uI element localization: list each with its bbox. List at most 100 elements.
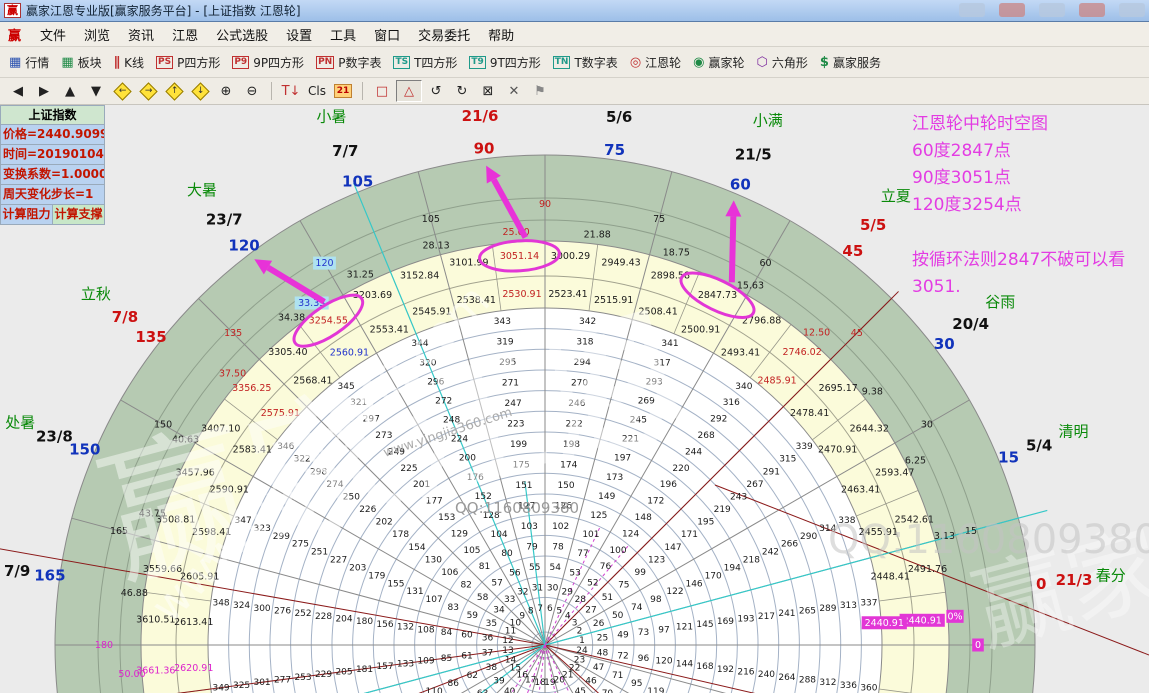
parameter-row-2: 变换系数=1.00000 xyxy=(0,165,105,185)
winner-wheel-button[interactable]: ◉赢家轮 xyxy=(688,52,751,73)
box-x-icon[interactable]: ⊠ xyxy=(476,81,500,101)
service-button[interactable]: $赢家服务 xyxy=(815,52,888,73)
p-table-button[interactable]: PNP数字表 xyxy=(311,52,388,73)
outer-degree-label: 165 xyxy=(34,566,65,584)
spiral-number: 23 xyxy=(574,655,585,665)
price-inner-ring-label: 2530.91 xyxy=(502,289,541,300)
zoom-out-icon[interactable]: ⊖ xyxy=(240,81,264,101)
pan-down-icon[interactable]: ↓ xyxy=(188,81,212,101)
spiral-number: 170 xyxy=(705,571,722,581)
solar-term-label: 清明 xyxy=(1058,422,1088,440)
date-label: 21/6 xyxy=(462,107,499,125)
menu-item-5[interactable]: 设置 xyxy=(277,23,321,46)
toolbar-label: P数字表 xyxy=(338,54,381,71)
spiral-number: 192 xyxy=(717,665,734,675)
menu-item-2[interactable]: 资讯 xyxy=(119,23,163,46)
toolbar-separator xyxy=(362,82,363,100)
menu-item-8[interactable]: 交易委托 xyxy=(409,23,479,46)
hexagon-button[interactable]: ⬡六角形 xyxy=(752,52,815,73)
spiral-number: 103 xyxy=(521,522,538,532)
chart-area: 01530456075901051201351501651800%3.136.2… xyxy=(0,105,1149,693)
spiral-number: 216 xyxy=(737,667,754,677)
gann-wheel-icon: ◎ xyxy=(630,55,641,70)
rotate-cw-icon[interactable]: ↻ xyxy=(450,81,474,101)
spiral-number: 337 xyxy=(860,598,877,608)
9p-square-button[interactable]: P99P四方形 xyxy=(227,52,311,73)
sectors-button[interactable]: ▦板块 xyxy=(56,52,108,73)
spiral-number: 50 xyxy=(612,611,624,621)
spiral-number: 125 xyxy=(590,511,607,521)
toolbar-label: 赢家轮 xyxy=(709,54,745,71)
nav-down-icon[interactable]: ▼ xyxy=(84,81,108,101)
quotes-button[interactable]: ▦行情 xyxy=(4,52,56,73)
annotation-note-line: 3051. xyxy=(912,274,1125,301)
spiral-number: 324 xyxy=(233,601,250,611)
spiral-number: 62 xyxy=(467,671,478,681)
nav-up-icon[interactable]: ▲ xyxy=(58,81,82,101)
cls-button[interactable]: Cls xyxy=(305,81,329,101)
spiral-number: 343 xyxy=(494,317,511,327)
annotation-line: 60度2847点 xyxy=(912,138,1125,165)
pan-left-icon[interactable]: ← xyxy=(110,81,134,101)
menu-item-1[interactable]: 浏览 xyxy=(75,23,119,46)
spiral-number: 340 xyxy=(735,382,752,392)
menu-item-7[interactable]: 窗口 xyxy=(365,23,409,46)
solar-term-label: 处暑 xyxy=(5,413,35,431)
menu-item-4[interactable]: 公式选股 xyxy=(207,23,277,46)
spiral-number: 147 xyxy=(664,543,681,553)
spiral-number: 96 xyxy=(638,654,650,664)
spiral-number: 6 xyxy=(547,604,553,614)
annotation-line: 江恩轮中轮时空图 xyxy=(912,111,1125,138)
menu-item-3[interactable]: 江恩 xyxy=(163,23,207,46)
p-square-button[interactable]: PSP四方形 xyxy=(151,52,227,73)
spiral-number: 108 xyxy=(417,625,434,635)
spiral-number: 339 xyxy=(796,442,813,452)
spiral-number: 243 xyxy=(730,492,747,502)
spiral-number: 98 xyxy=(650,595,662,605)
price-outer-ring-label: 3661.36 xyxy=(136,666,175,677)
t-square-button[interactable]: TST四方形 xyxy=(388,52,464,73)
collapse-icon[interactable]: ✕ xyxy=(502,81,526,101)
price-outer-ring-label: 3051.14 xyxy=(500,251,539,262)
pan-right-icon[interactable]: → xyxy=(136,81,160,101)
gann-wheel-button[interactable]: ◎江恩轮 xyxy=(625,52,688,73)
spiral-number: 40 xyxy=(504,687,516,693)
toolbar-label: 赢家服务 xyxy=(833,54,881,71)
calendar-icon[interactable]: 21 xyxy=(331,81,355,101)
spiral-number: 1 xyxy=(579,636,585,646)
menu-item-9[interactable]: 帮助 xyxy=(479,23,523,46)
spiral-number: 313 xyxy=(840,601,857,611)
triangle-tool-icon[interactable]: △ xyxy=(396,80,422,102)
price-outer-ring-label: 2847.73 xyxy=(698,290,737,301)
spiral-number: 77 xyxy=(577,549,588,559)
menu-item-0[interactable]: 文件 xyxy=(31,23,75,46)
outer-degree-label: 15 xyxy=(998,449,1019,467)
square-tool-icon[interactable]: □ xyxy=(370,81,394,101)
spiral-number: 78 xyxy=(552,543,564,553)
spiral-number: 156 xyxy=(376,620,393,630)
spiral-number: 144 xyxy=(676,659,693,669)
t-down-icon[interactable]: T↓ xyxy=(279,81,303,101)
percent-ring-label: 37.50 xyxy=(219,368,246,379)
t-table-button[interactable]: TNT数字表 xyxy=(548,52,625,73)
nav-left-icon[interactable]: ◀ xyxy=(6,81,30,101)
solar-term-label: 大暑 xyxy=(187,181,217,199)
spiral-number: 180 xyxy=(356,617,373,627)
pan-up-icon[interactable]: ↑ xyxy=(162,81,186,101)
kline-button[interactable]: ∥K线 xyxy=(109,52,151,73)
calc-support-button[interactable]: 计算支撑 xyxy=(53,205,105,225)
spiral-number: 157 xyxy=(376,662,393,672)
board-icon[interactable]: ⚑ xyxy=(528,81,552,101)
spiral-number: 133 xyxy=(397,659,414,669)
menu-item-6[interactable]: 工具 xyxy=(321,23,365,46)
spiral-number: 291 xyxy=(763,467,780,477)
spiral-number: 32 xyxy=(517,587,528,597)
spiral-number: 145 xyxy=(696,620,713,630)
spiral-number: 27 xyxy=(585,606,596,616)
calc-resistance-button[interactable]: 计算阻力 xyxy=(0,205,53,225)
nav-right-icon[interactable]: ▶ xyxy=(32,81,56,101)
9t-square-button[interactable]: T99T四方形 xyxy=(464,52,547,73)
spiral-number: 218 xyxy=(743,556,760,566)
zoom-in-icon[interactable]: ⊕ xyxy=(214,81,238,101)
rotate-ccw-icon[interactable]: ↺ xyxy=(424,81,448,101)
